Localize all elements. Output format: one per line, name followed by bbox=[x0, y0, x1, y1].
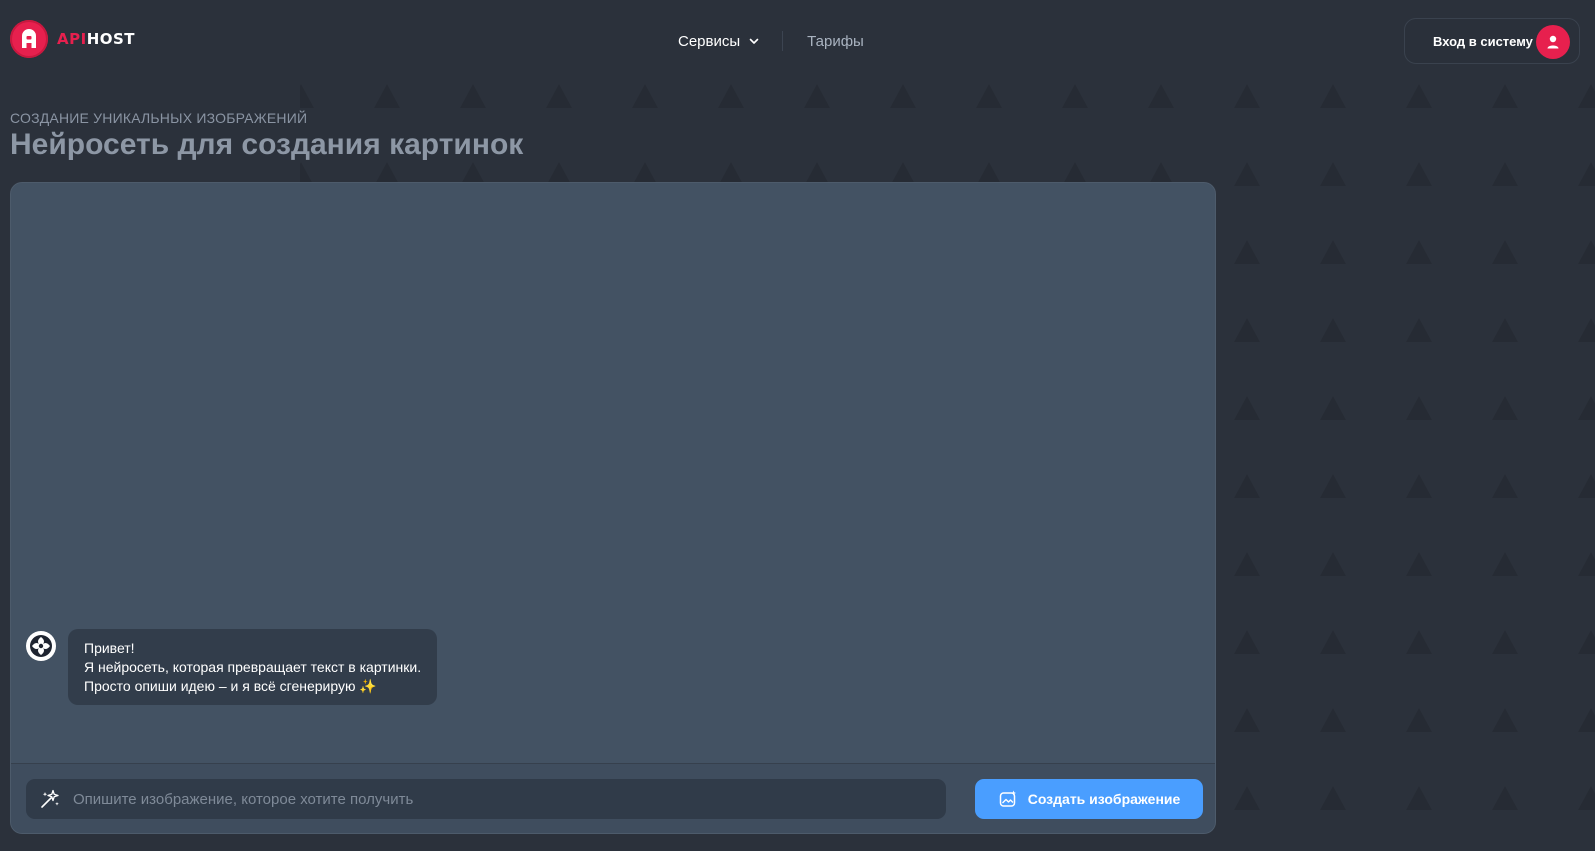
logo-text-host: HOST bbox=[86, 30, 136, 48]
create-image-button[interactable]: Создать изображение bbox=[975, 779, 1203, 819]
apihost-logo-icon bbox=[10, 20, 48, 58]
page-title: Нейросеть для создания картинок bbox=[10, 128, 524, 161]
chat-message: Привет! Я нейросеть, которая превращает … bbox=[26, 629, 438, 705]
logo-text-api: API bbox=[57, 30, 87, 48]
site-header: APIHOST Сервисы Тарифы Вход в систему bbox=[0, 0, 1595, 82]
nav-item-tariffs[interactable]: Тарифы bbox=[807, 33, 864, 50]
message-line: Привет! bbox=[84, 640, 135, 656]
magic-wand-icon bbox=[41, 789, 59, 808]
logo-text: APIHOST bbox=[57, 30, 135, 48]
prompt-input[interactable] bbox=[71, 789, 915, 809]
message-line: Я нейросеть, которая превращает текст в … bbox=[84, 659, 422, 675]
page-subtitle: СОЗДАНИЕ УНИКАЛЬНЫХ ИЗОБРАЖЕНИЙ bbox=[10, 110, 308, 126]
message-line: Просто опиши идею – и я всё сгенерирую ✨ bbox=[84, 678, 377, 694]
nav-item-tariffs-label: Тарифы bbox=[807, 32, 864, 50]
image-create-icon bbox=[999, 790, 1016, 807]
create-image-button-label: Создать изображение bbox=[1027, 791, 1181, 807]
chevron-down-icon bbox=[749, 38, 759, 44]
logo[interactable]: APIHOST bbox=[10, 20, 135, 58]
user-icon bbox=[1536, 25, 1570, 59]
composer-bar: Создать изображение bbox=[11, 763, 1215, 833]
nav-item-services-label: Сервисы bbox=[678, 32, 741, 50]
login-button[interactable]: Вход в систему bbox=[1404, 18, 1580, 64]
chat-panel: Привет! Я нейросеть, которая превращает … bbox=[10, 182, 1216, 834]
prompt-field[interactable] bbox=[26, 779, 946, 819]
main-nav: Сервисы Тарифы bbox=[678, 31, 864, 51]
ai-logo-icon bbox=[26, 631, 56, 661]
nav-divider bbox=[782, 31, 784, 51]
login-button-label: Вход в систему bbox=[1433, 33, 1533, 49]
nav-item-services[interactable]: Сервисы bbox=[678, 33, 760, 50]
message-bubble: Привет! Я нейросеть, которая превращает … bbox=[68, 629, 438, 705]
